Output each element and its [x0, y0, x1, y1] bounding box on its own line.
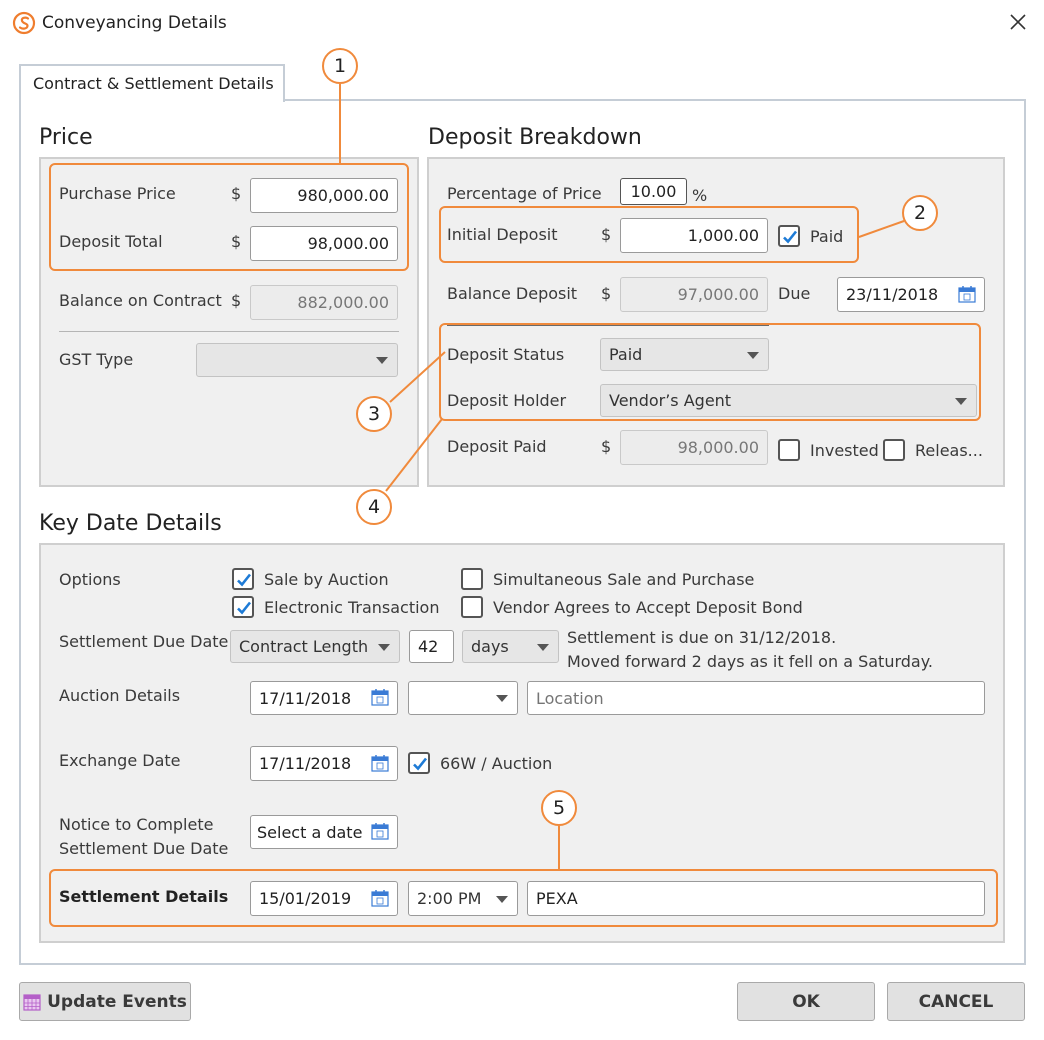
update-events-label: Update Events — [47, 991, 187, 1012]
cancel-button[interactable]: CANCEL — [887, 982, 1025, 1021]
update-events-button[interactable]: Update Events — [19, 982, 191, 1021]
callout-connector-lines — [339, 84, 905, 869]
calendar-grid-icon — [23, 993, 41, 1011]
callout-number-4: 4 — [356, 489, 392, 525]
callout-number-5: 5 — [541, 790, 577, 826]
ok-button[interactable]: OK — [737, 982, 875, 1021]
callout-number-3: 3 — [356, 396, 392, 432]
callout-number-2: 2 — [902, 195, 938, 231]
callout-number-1: 1 — [322, 48, 358, 84]
